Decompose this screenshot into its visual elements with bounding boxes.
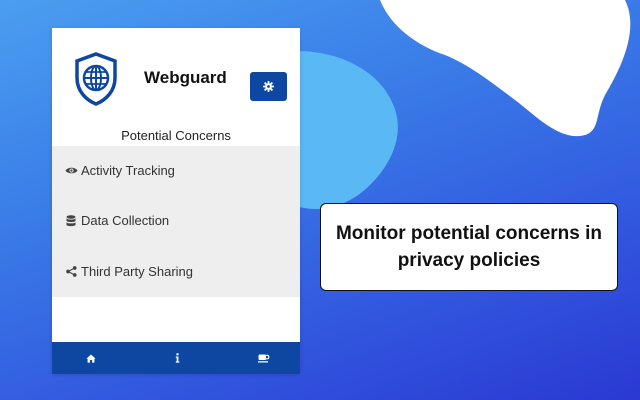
concern-label: Activity Tracking (81, 163, 175, 178)
gear-icon (263, 81, 274, 92)
feature-callout: Monitor potential concerns in privacy po… (320, 203, 618, 291)
eye-icon (64, 165, 78, 177)
extension-popup: Webguard Potential Concerns Activity Tra… (52, 28, 300, 374)
concerns-title: Potential Concerns (121, 128, 231, 143)
callout-text: Monitor potential concerns in privacy po… (335, 223, 602, 271)
concerns-list: Activity Tracking Data Collection Third … (52, 146, 300, 297)
home-button[interactable] (71, 342, 111, 374)
database-icon (64, 214, 78, 227)
concern-label: Third Party Sharing (81, 264, 193, 279)
app-title: Webguard (144, 68, 227, 87)
info-button[interactable] (157, 342, 197, 374)
coffee-button[interactable] (244, 342, 284, 374)
info-icon (175, 353, 179, 363)
share-icon (64, 266, 78, 278)
white-blob (380, 0, 631, 137)
concern-label: Data Collection (81, 213, 170, 228)
concern-item-third-party-sharing[interactable]: Third Party Sharing (64, 264, 193, 279)
concern-item-activity-tracking[interactable]: Activity Tracking (64, 163, 175, 178)
concern-item-data-collection[interactable]: Data Collection (64, 213, 169, 228)
footer-nav (52, 342, 300, 374)
coffee-icon (258, 354, 270, 362)
popup-header: Webguard (52, 28, 300, 128)
shield-globe-icon (75, 52, 117, 106)
home-icon (86, 354, 96, 363)
settings-button[interactable] (250, 72, 287, 101)
